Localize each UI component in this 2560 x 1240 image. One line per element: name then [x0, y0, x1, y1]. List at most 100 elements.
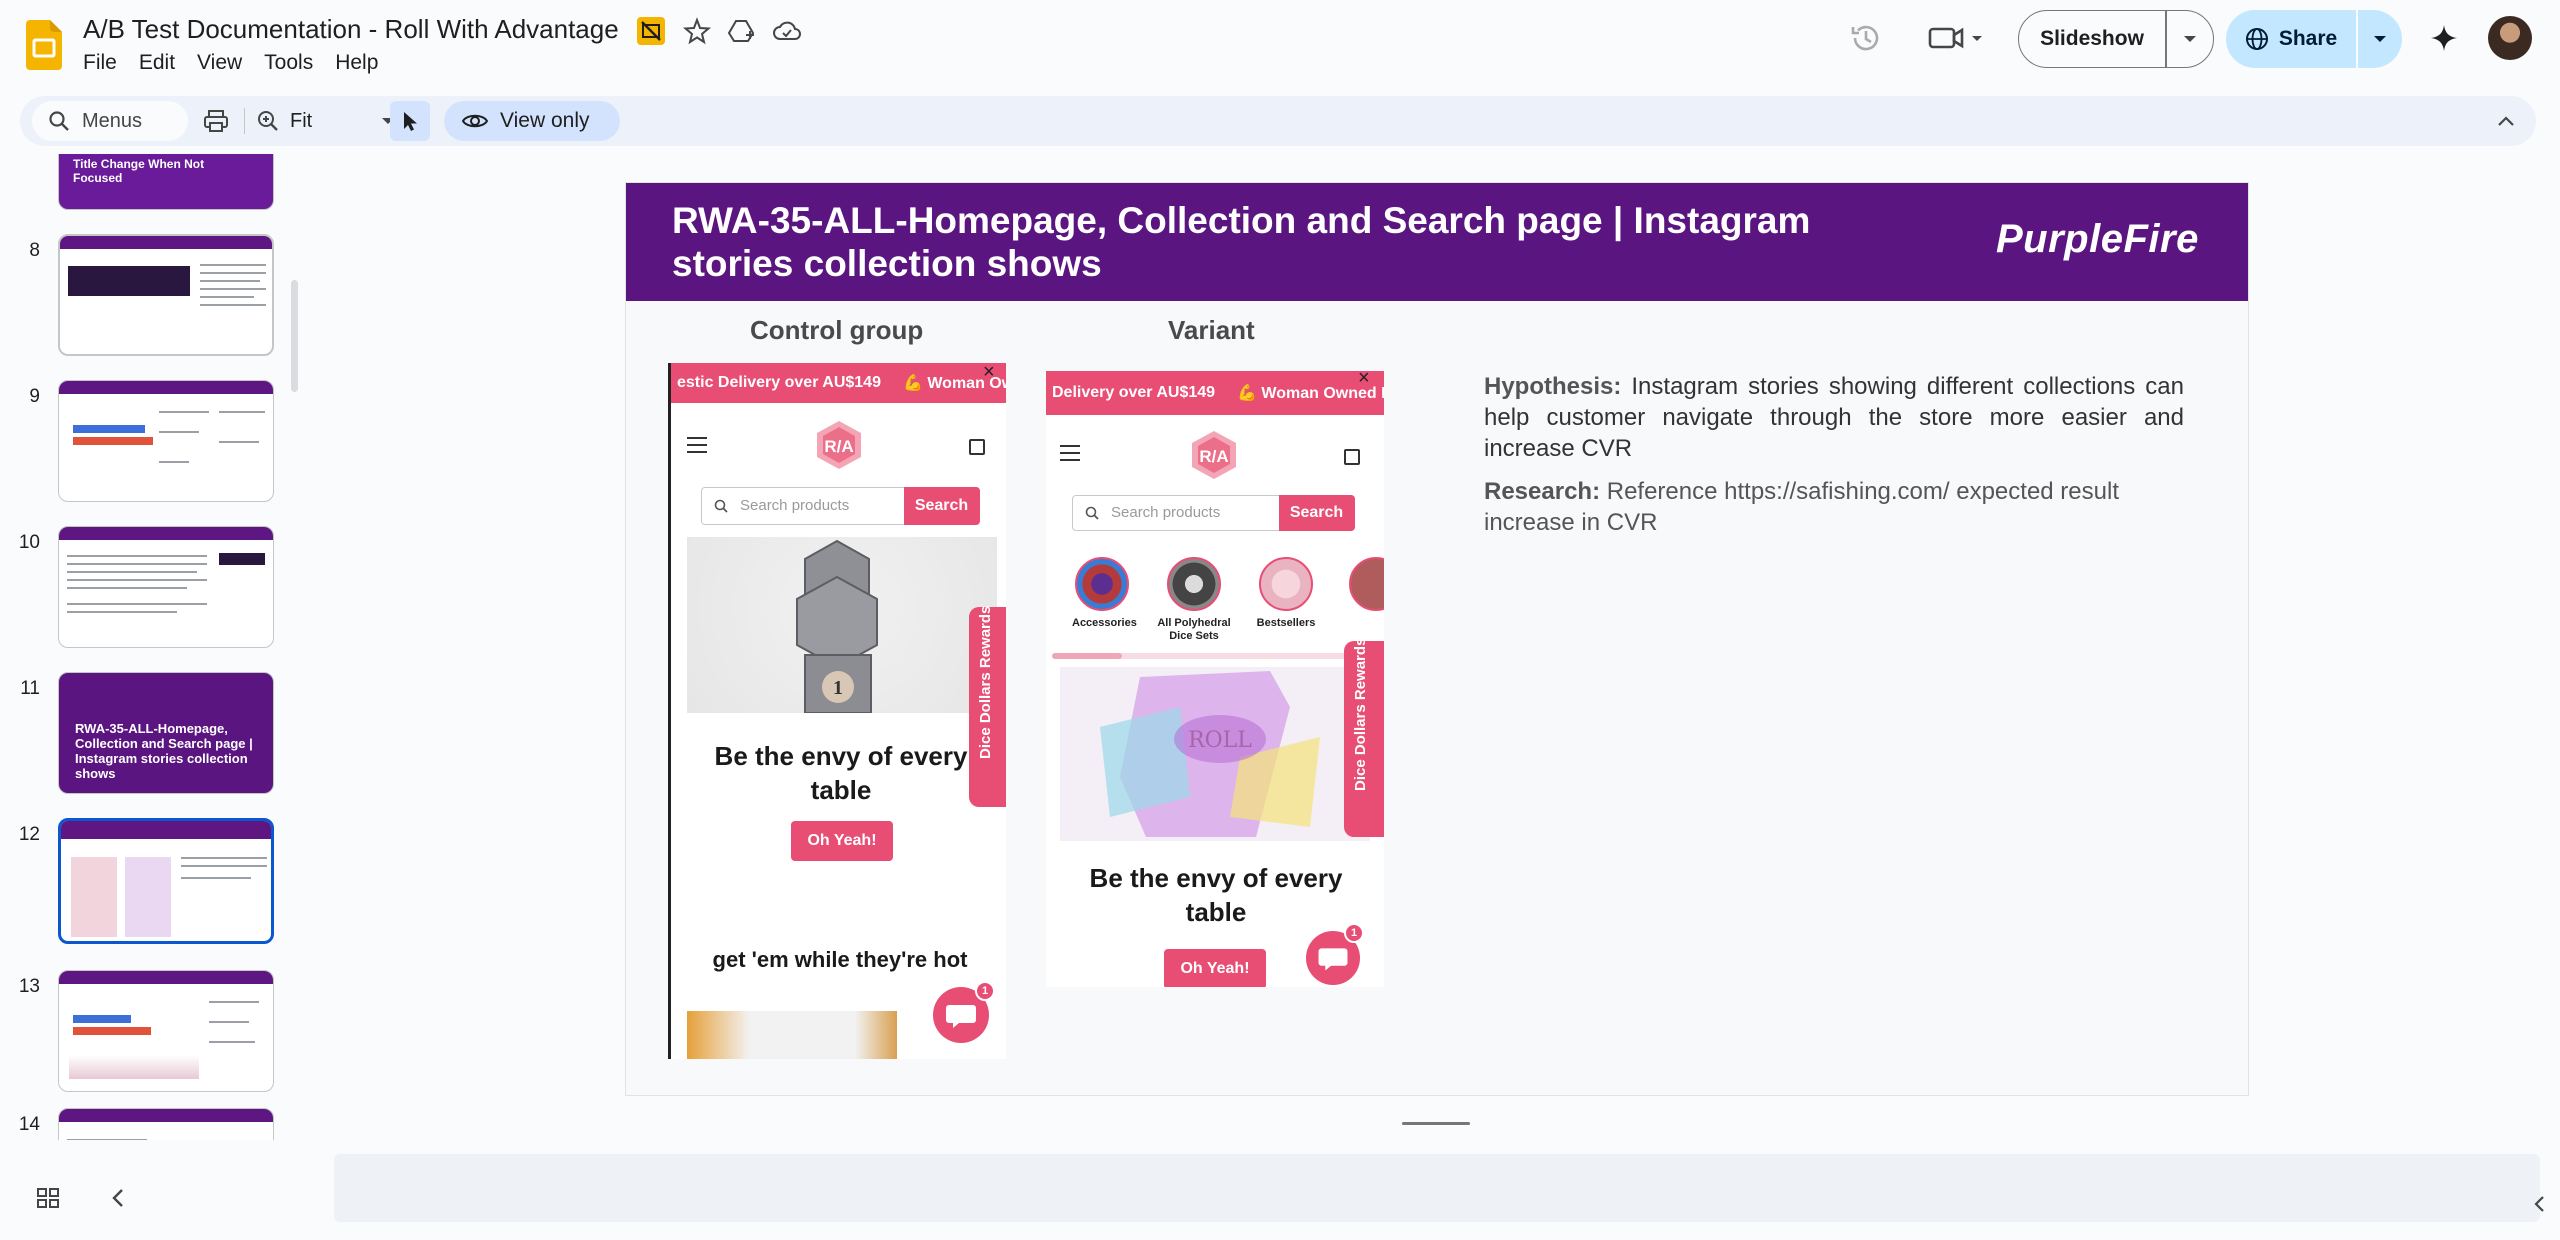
no-slideshow-icon[interactable]	[636, 16, 666, 46]
share-main-button[interactable]: Share	[2226, 10, 2356, 68]
chevron-left-icon	[112, 1189, 123, 1207]
slides-logo-icon[interactable]	[26, 20, 62, 70]
view-only-label: View only	[500, 109, 590, 132]
menu-edit[interactable]: Edit	[128, 50, 186, 76]
slide-thumbnail-8[interactable]	[58, 234, 274, 356]
search-bar: Search products Search	[701, 486, 980, 525]
hypothesis-block: Hypothesis: Instagram stories showing di…	[1484, 371, 2184, 538]
slide-title-banner: RWA-35-ALL-Homepage, Collection and Sear…	[626, 183, 2248, 301]
slide-thumbnail-14[interactable]	[58, 1108, 274, 1140]
zoom-button[interactable]: Fit	[256, 103, 312, 139]
menu-file[interactable]: File	[72, 50, 128, 76]
zoom-label: Fit	[290, 109, 313, 132]
rewards-tab: Dice Dollars Rewards	[969, 606, 1006, 807]
menus-search-button[interactable]: Menus	[32, 101, 188, 141]
slide-thumbnail-12[interactable]	[58, 818, 274, 944]
slide-thumbnail-11[interactable]: RWA-35-ALL-Homepage, Collection and Sear…	[58, 672, 274, 794]
slide-filmstrip[interactable]: Title Change When Not Focused 8 9 10 11	[0, 154, 300, 1140]
stories-scrollbar	[1052, 653, 1372, 659]
menu-tools[interactable]: Tools	[253, 50, 324, 76]
toolbar: Menus Fit View only	[20, 96, 2536, 146]
svg-text:1: 1	[833, 677, 843, 699]
hot-products-heading: get 'em while they're hot	[712, 947, 968, 972]
cart-icon	[1344, 449, 1360, 465]
story-thumbnail	[1167, 557, 1221, 611]
promo-text: Delivery over AU$149	[1052, 384, 1216, 401]
svg-text:ROLL: ROLL	[1188, 728, 1252, 753]
slide-thumbnail-7[interactable]: Title Change When Not Focused	[58, 154, 274, 210]
svg-text:R/A: R/A	[1199, 447, 1228, 466]
filmstrip-scrollbar[interactable]	[291, 280, 298, 392]
thumb-11-title: RWA-35-ALL-Homepage, Collection and Sear…	[75, 721, 253, 781]
move-to-drive-icon[interactable]	[726, 16, 756, 46]
meet-button[interactable]	[1924, 18, 1988, 58]
eye-icon	[462, 114, 488, 128]
story-accessories: Accessories	[1072, 557, 1137, 630]
svg-text:R/A: R/A	[824, 437, 853, 456]
story-label: Accessories	[1072, 617, 1137, 629]
cloud-saved-icon[interactable]	[772, 16, 802, 46]
story-partial	[1346, 557, 1384, 611]
rwa-logo-icon: R/A	[817, 421, 861, 469]
avatar[interactable]	[2488, 16, 2532, 60]
slideshow-options-button[interactable]	[2167, 34, 2214, 44]
story-label: All Polyhedral Dice Sets	[1157, 617, 1231, 642]
star-icon[interactable]	[682, 16, 712, 46]
cart-icon	[969, 439, 985, 455]
slide-number-12: 12	[18, 824, 40, 845]
cursor-icon	[404, 112, 417, 131]
story-bestsellers: Bestsellers	[1250, 557, 1322, 630]
slide-canvas: RWA-35-ALL-Homepage, Collection and Sear…	[626, 183, 2248, 1095]
story-label: Bestsellers	[1256, 617, 1316, 629]
menu-view[interactable]: View	[186, 50, 253, 76]
slideshow-button[interactable]: Slideshow	[2018, 10, 2214, 68]
slide-title: RWA-35-ALL-Homepage, Collection and Sear…	[672, 200, 1811, 284]
document-title[interactable]: A/B Test Documentation - Roll With Advan…	[83, 14, 619, 45]
grid-view-button[interactable]	[30, 1180, 66, 1216]
chat-badge: 1	[1344, 923, 1364, 943]
speaker-notes-resize-handle[interactable]	[1402, 1122, 1470, 1125]
grid-icon	[37, 1188, 59, 1208]
menu-help[interactable]: Help	[324, 50, 389, 76]
oh-yeah-button: Oh Yeah!	[791, 821, 893, 861]
hero-headline: Be the envy of every table	[714, 741, 968, 805]
search-bar: Search products Search	[1072, 494, 1355, 531]
view-only-button[interactable]: View only	[444, 101, 620, 141]
history-icon	[1851, 25, 1879, 51]
rewards-tab: Dice Dollars Rewards	[1344, 637, 1384, 837]
share-options-button[interactable]	[2358, 34, 2402, 44]
caret-down-icon	[2374, 36, 2386, 42]
story-thumbnail	[1349, 557, 1384, 611]
slide-thumbnail-9[interactable]	[58, 380, 274, 502]
share-label: Share	[2278, 27, 2338, 50]
slide-number-13: 13	[18, 976, 40, 997]
slide-number-14: 14	[18, 1114, 40, 1135]
speaker-notes[interactable]	[334, 1154, 2540, 1222]
globe-icon	[2245, 28, 2268, 50]
show-side-panel-button[interactable]	[2526, 1190, 2554, 1218]
hypothesis-paragraph: Hypothesis: Instagram stories showing di…	[1484, 371, 2184, 464]
select-tool-button[interactable]	[390, 101, 430, 141]
slide-number-11: 11	[20, 678, 40, 699]
variant-label: Variant	[1168, 315, 1255, 345]
rewards-label: Dice Dollars Rewards	[1352, 637, 1369, 791]
story-polyhedral: All Polyhedral Dice Sets	[1154, 557, 1234, 643]
hide-filmstrip-button[interactable]	[100, 1180, 136, 1216]
version-history-button[interactable]	[1846, 18, 1886, 58]
chevron-up-icon	[2498, 116, 2514, 126]
slide-number-10: 10	[18, 532, 40, 553]
hamburger-icon	[1060, 445, 1080, 461]
search-placeholder: Search products	[1111, 504, 1221, 521]
close-icon: ×	[1358, 371, 1370, 389]
slideshow-label[interactable]: Slideshow	[2019, 27, 2165, 51]
slide-thumbnail-10[interactable]	[58, 526, 274, 648]
gemini-icon	[2431, 25, 2457, 51]
gemini-button[interactable]	[2424, 18, 2464, 58]
print-button[interactable]	[198, 103, 234, 139]
hero-headline: Be the envy of every table	[1089, 863, 1343, 927]
slide-thumbnail-13[interactable]	[58, 970, 274, 1092]
share-button[interactable]: Share	[2226, 10, 2402, 68]
research-label: Research:	[1484, 478, 1601, 505]
hide-menus-button[interactable]	[2488, 103, 2524, 139]
search-icon	[714, 499, 728, 513]
